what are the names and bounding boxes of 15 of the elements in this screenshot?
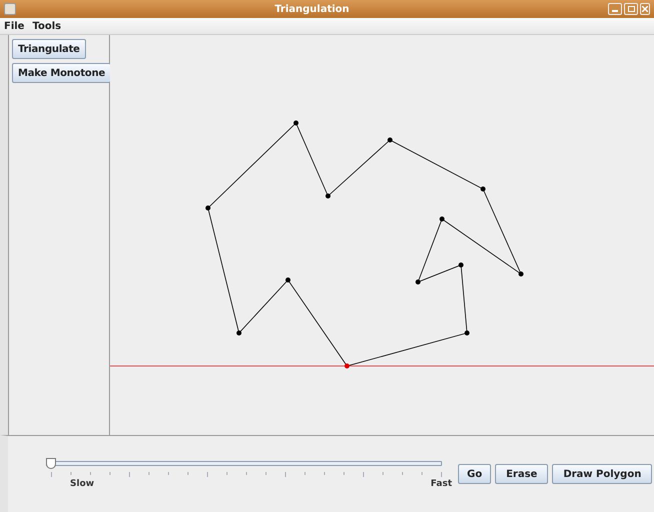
speed-slider[interactable] (46, 458, 442, 470)
action-button[interactable]: Go (458, 464, 492, 484)
menu-item[interactable]: Tools (32, 18, 62, 34)
maximize-button[interactable] (624, 3, 638, 15)
action-button[interactable]: Make Monotone (12, 63, 112, 83)
slow-label: Slow (70, 478, 94, 491)
minimize-button[interactable] (608, 3, 622, 15)
action-button[interactable]: Triangulate (12, 39, 86, 59)
action-button[interactable]: Draw Polygon (552, 464, 652, 484)
window-title: Triangulation (274, 2, 350, 16)
slider-thumb[interactable] (46, 458, 56, 469)
close-button[interactable] (640, 3, 650, 15)
fast-label: Fast (430, 478, 452, 491)
menu-item[interactable]: File (4, 18, 24, 34)
action-button[interactable]: Erase (495, 464, 548, 484)
